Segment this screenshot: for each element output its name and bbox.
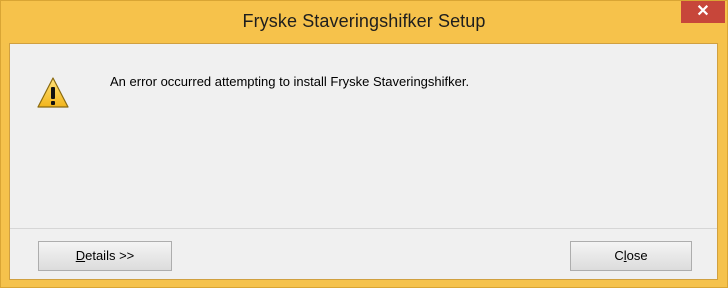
close-label-end: ose: [626, 248, 648, 263]
close-button[interactable]: Close: [570, 241, 692, 271]
setup-dialog-window: Fryske Staveringshifker Setup ✕ An error…: [0, 0, 728, 288]
details-mnemonic: D: [75, 248, 86, 263]
error-message: An error occurred attempting to install …: [110, 74, 470, 89]
dialog-client-area: An error occurred attempting to install …: [9, 43, 718, 280]
close-icon: ✕: [696, 3, 710, 20]
close-window-button[interactable]: ✕: [681, 1, 725, 23]
message-panel: An error occurred attempting to install …: [10, 44, 717, 229]
details-button[interactable]: Details >>: [38, 241, 172, 271]
title-bar[interactable]: Fryske Staveringshifker Setup ✕: [1, 1, 727, 43]
warning-icon: [37, 77, 69, 108]
close-label-start: C: [614, 248, 624, 263]
window-title: Fryske Staveringshifker Setup: [242, 11, 486, 31]
details-label: etails >>: [85, 248, 135, 263]
